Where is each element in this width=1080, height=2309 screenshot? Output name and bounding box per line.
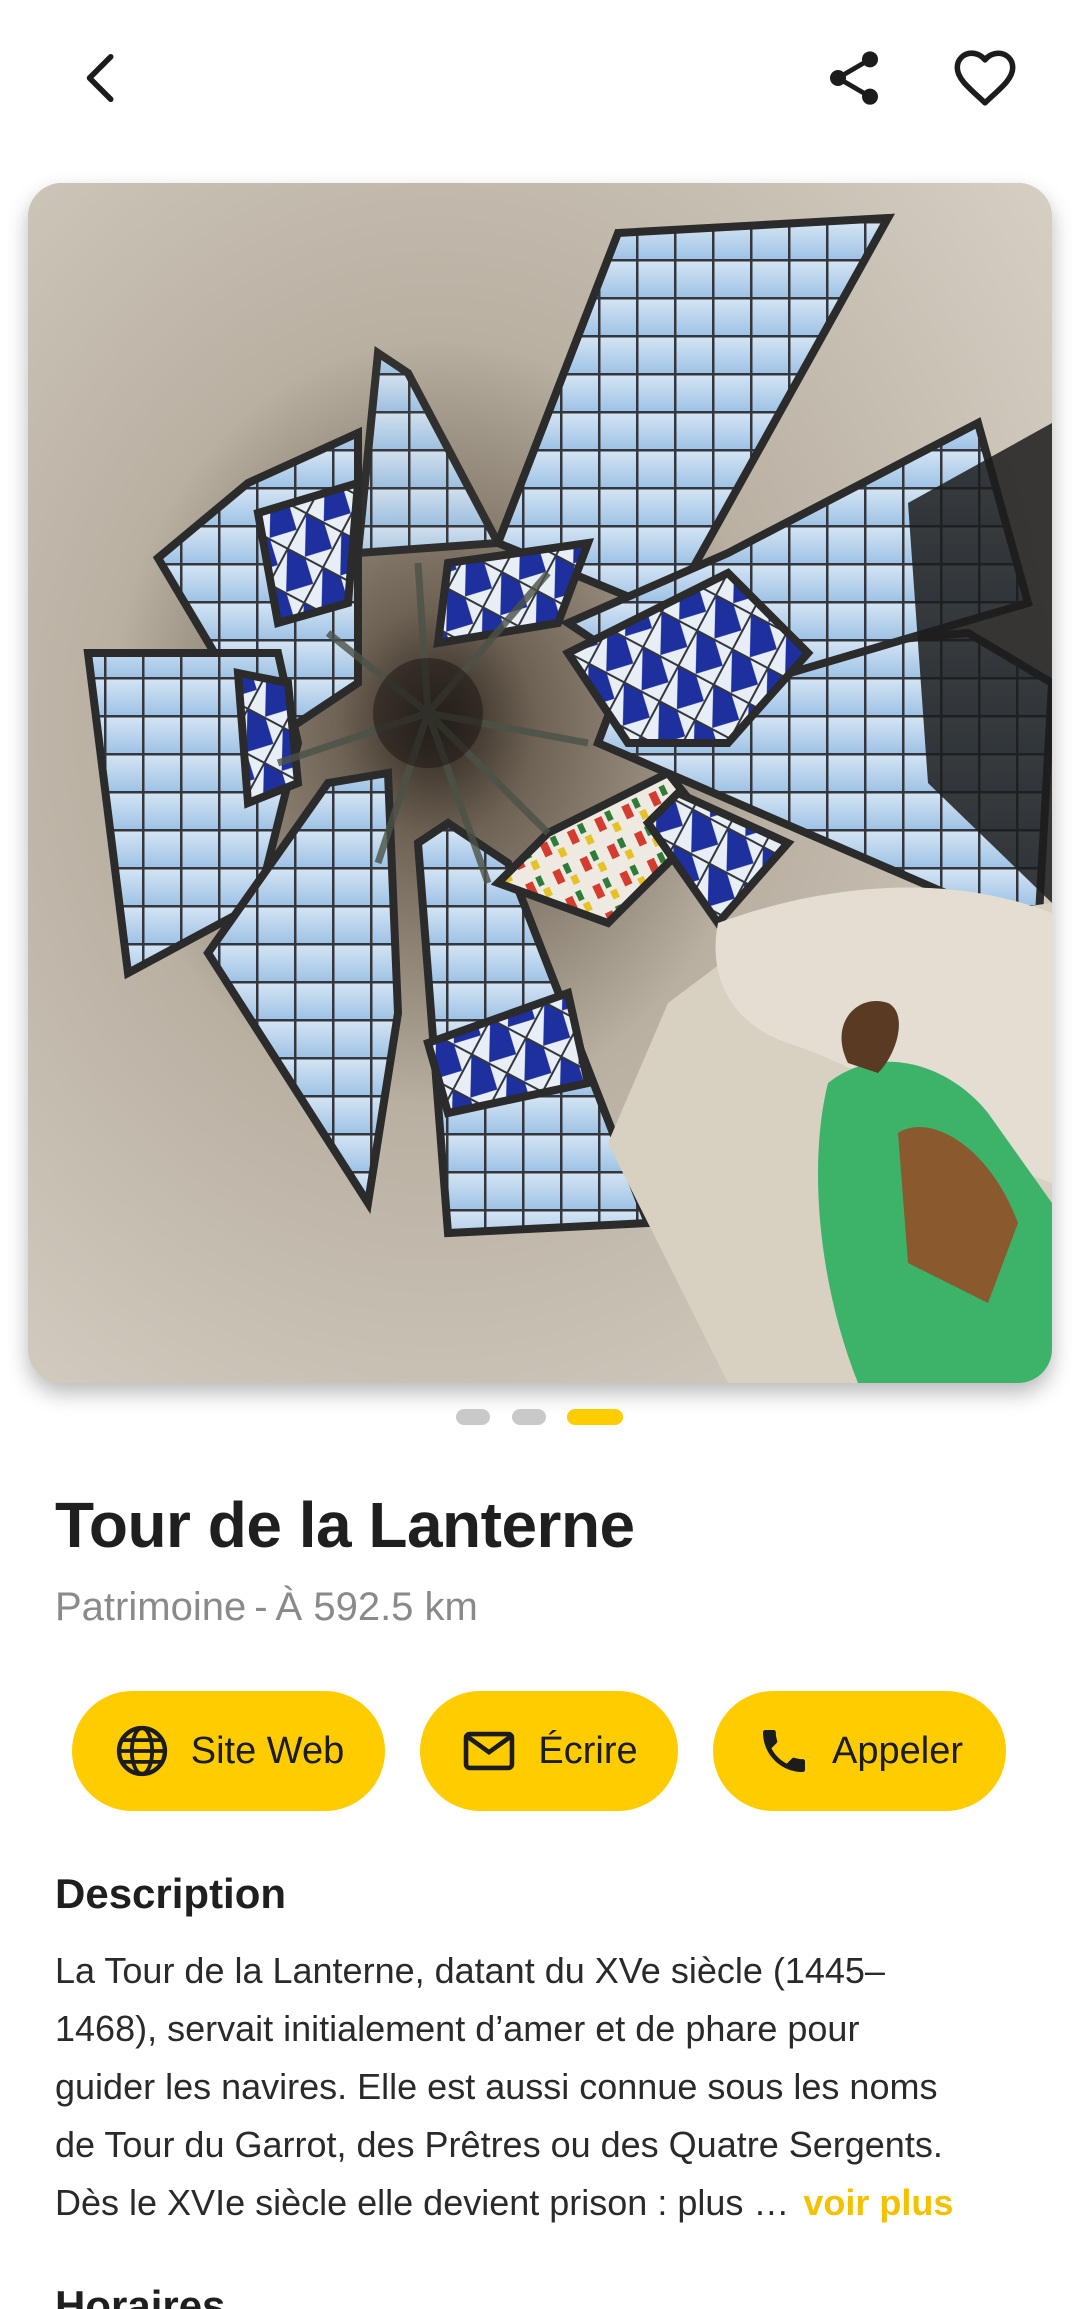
description-text: La Tour de la Lanterne, datant du XVe si… — [55, 1942, 1045, 2232]
place-distance: À 592.5 km — [275, 1585, 478, 1629]
hours-heading: Horaires — [55, 2282, 226, 2309]
tower-interior-photo — [28, 183, 1052, 1383]
write-button[interactable]: Écrire — [420, 1691, 678, 1811]
carousel-dot-active[interactable] — [567, 1409, 623, 1425]
share-icon — [830, 51, 878, 105]
favorite-button[interactable] — [937, 30, 1033, 126]
top-app-bar — [0, 0, 1080, 160]
heart-outline-icon — [954, 50, 1016, 106]
contact-actions: Site Web Écrire Appeler — [0, 1691, 1080, 1811]
back-button[interactable] — [54, 30, 150, 126]
chevron-left-icon — [86, 54, 114, 102]
write-label: Écrire — [538, 1729, 638, 1772]
place-title: Tour de la Lanterne — [55, 1489, 635, 1561]
description-line: de Tour du Garrot, des Prêtres ou des Qu… — [55, 2124, 943, 2165]
carousel-dot[interactable] — [512, 1409, 546, 1425]
phone-icon — [763, 1730, 805, 1772]
carousel-dot[interactable] — [456, 1409, 490, 1425]
description-heading: Description — [55, 1870, 287, 1917]
carousel-indicator — [0, 1409, 1080, 1425]
share-button[interactable] — [806, 30, 902, 126]
description-line: guider les navires. Elle est aussi connu… — [55, 2066, 938, 2107]
description-line: La Tour de la Lanterne, datant du XVe si… — [55, 1950, 885, 1991]
subtitle-separator: - — [254, 1585, 268, 1629]
place-subtitle: Patrimoine - À 592.5 km — [55, 1585, 478, 1630]
call-label: Appeler — [832, 1729, 963, 1772]
description-last-line: Dès le XVIe siècle elle devient prison :… — [55, 2174, 1045, 2232]
place-photo-carousel[interactable] — [28, 183, 1052, 1383]
place-category: Patrimoine — [55, 1585, 247, 1629]
read-more-link[interactable]: voir plus — [803, 2182, 953, 2223]
description-line: 1468), servait initialement d’amer et de… — [55, 2008, 860, 2049]
website-label: Site Web — [190, 1729, 345, 1772]
call-button[interactable]: Appeler — [713, 1691, 1006, 1811]
description-line: Dès le XVIe siècle elle devient prison :… — [55, 2182, 790, 2223]
website-button[interactable]: Site Web — [72, 1691, 385, 1811]
mail-icon — [464, 1731, 515, 1771]
globe-icon — [116, 1725, 167, 1777]
